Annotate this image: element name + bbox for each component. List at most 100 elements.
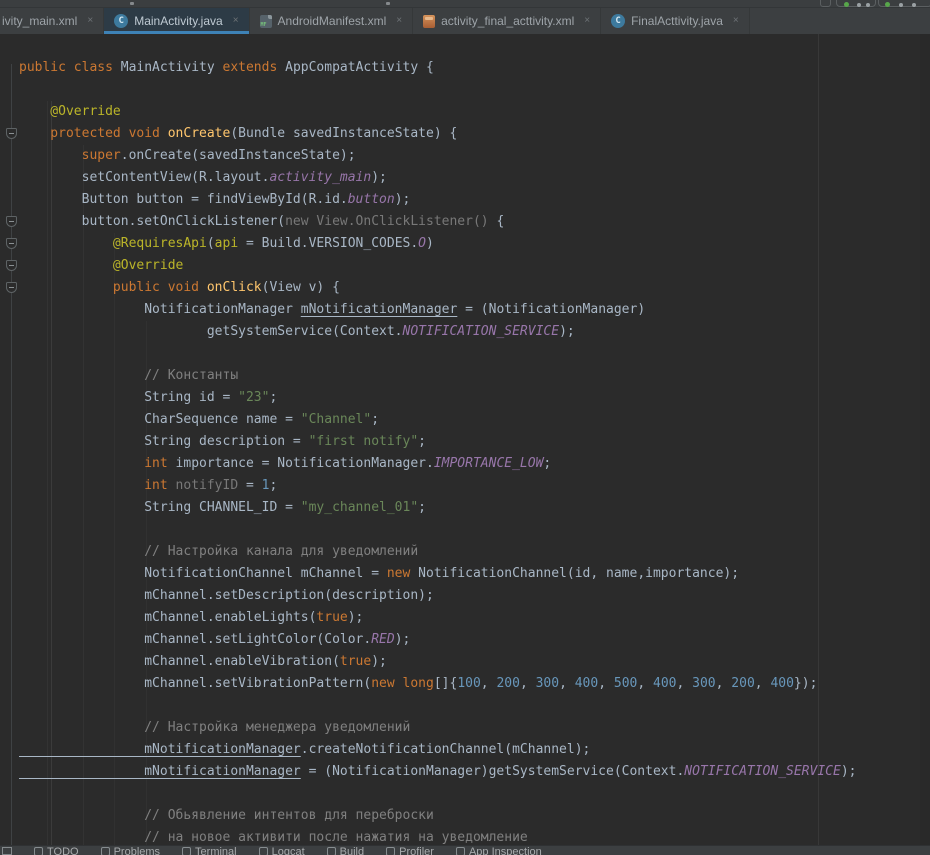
code-token: 400 [770,676,793,691]
toolbar-icon[interactable] [912,3,916,7]
tab-close-icon[interactable]: × [584,16,590,26]
fold-marker-icon[interactable] [6,260,17,271]
code-line[interactable]: getSystemService(Context.NOTIFICATION_SE… [19,321,575,343]
toolwindow-button-terminal[interactable]: Terminal [182,846,237,855]
toolbar-button[interactable] [820,0,831,7]
toolwindow-button-problems[interactable]: Problems [101,846,160,855]
code-line[interactable]: mChannel.enableVibration(true); [19,651,387,673]
device-controls-group[interactable] [878,0,930,7]
code-line[interactable]: // Настройка менеджера уведомлений [19,717,410,739]
code-token: IMPORTANCE_LOW [434,456,544,471]
tab-close-icon[interactable]: × [233,16,239,26]
code-line[interactable]: mChannel.setLightColor(Color.RED); [19,629,410,651]
toolwindow-button-todo[interactable]: TODO [34,846,79,855]
code-line[interactable]: super.onCreate(savedInstanceState); [19,145,356,167]
code-line[interactable]: String description = "first notify"; [19,431,426,453]
fold-marker-icon[interactable] [6,128,17,139]
code-line[interactable]: mChannel.setDescription(description); [19,585,434,607]
code-line[interactable]: button.setOnClickListener(new View.OnCli… [19,211,504,233]
code-line[interactable]: // Обьявление интентов для переброски [19,805,434,827]
scrollbar-track[interactable] [920,34,930,846]
code-token: = (NotificationManager)getSystemService(… [301,764,685,779]
run-controls-group[interactable] [836,0,876,7]
code-line[interactable]: CharSequence name = "Channel"; [19,409,379,431]
code-line[interactable]: mNotificationManager.createNotificationC… [19,739,590,761]
code-line[interactable]: String CHANNEL_ID = "my_channel_01"; [19,497,426,519]
code-token: ( [207,236,215,251]
code-token: 100 [457,676,480,691]
code-token: @Override [19,104,121,119]
code-line[interactable]: @Override [19,255,183,277]
code-token: // Настройка менеджера уведомлений [19,720,410,735]
tab-androidmanifest-xml[interactable]: AndroidManifest.xml× [250,8,414,34]
toolbar-icon[interactable] [899,3,903,7]
toolbar-icon[interactable] [857,3,861,7]
toolbar-icon[interactable] [386,2,390,5]
code-token: = (NotificationManager) [457,302,645,317]
tab-close-icon[interactable]: × [396,16,402,26]
code-token: .onCreate(savedInstanceState); [121,148,356,163]
toolwindow-button-profiler[interactable]: Profiler [386,846,434,855]
code-token: , [520,676,536,691]
code-line[interactable]: mNotificationManager = (NotificationMana… [19,761,856,783]
tab-label: ivity_main.xml [2,14,77,28]
code-token: 400 [575,676,598,691]
code-line[interactable]: public void onClick(View v) { [19,277,340,299]
tab-finalacttivity-java[interactable]: C FinalActtivity.java × [601,8,750,34]
code-line[interactable]: public class MainActivity extends AppCom… [19,57,434,79]
tab-activity-final-acttivity-xml[interactable]: activity_final_acttivity.xml× [413,8,601,34]
code-line[interactable]: setContentView(R.layout.activity_main); [19,167,387,189]
fold-marker-icon[interactable] [6,216,17,227]
code-line[interactable]: int importance = NotificationManager.IMP… [19,453,551,475]
code-line[interactable]: Button button = findViewById(R.id.button… [19,189,410,211]
code-token: 200 [731,676,754,691]
problems-icon [101,847,110,855]
toolwindow-button-logcat[interactable]: Logcat [259,846,305,855]
code-line[interactable]: // Настройка канала для уведомлений [19,541,418,563]
class-file-icon: C [611,14,625,28]
code-token: (Bundle savedInstanceState) { [230,126,457,141]
code-line[interactable]: NotificationChannel mChannel = new Notif… [19,563,739,585]
toolbar-icon[interactable] [130,2,134,5]
code-line[interactable]: mChannel.enableLights(true); [19,607,363,629]
window-layout-icon[interactable] [2,847,12,855]
code-token: activity_main [269,170,371,185]
code-token: , [716,676,732,691]
code-token: O [418,236,426,251]
code-token: protected void [19,126,168,141]
code-token: super [19,148,121,163]
toolbar-icon[interactable] [866,3,870,7]
tab-mainactivity-java[interactable]: CMainActivity.java× [104,8,249,34]
code-line[interactable]: mChannel.setVibrationPattern(new long[]{… [19,673,817,695]
code-line[interactable]: // Константы [19,365,238,387]
code-line[interactable]: protected void onCreate(Bundle savedInst… [19,123,457,145]
code-token: "first notify" [309,434,419,449]
fold-marker-icon[interactable] [6,238,17,249]
code-token: NOTIFICATION_SERVICE [684,764,841,779]
code-line[interactable]: @RequiresApi(api = Build.VERSION_CODES.O… [19,233,434,255]
code-line[interactable]: int notifyID = 1; [19,475,277,497]
tab-close-icon[interactable]: × [87,16,93,26]
debug-icon[interactable] [885,2,890,7]
tab-label: FinalActtivity.java [631,14,723,28]
code-token: String id = [19,390,238,405]
tab-ivity-main-xml[interactable]: ivity_main.xml × [0,8,104,34]
toolwindow-button-app-inspection[interactable]: App Inspection [456,846,542,855]
logcat-icon [259,847,268,855]
code-line[interactable]: // на новое активити после нажатия на ув… [19,827,528,846]
code-line[interactable]: String id = "23"; [19,387,277,409]
code-line[interactable]: NotificationManager mNotificationManager… [19,299,645,321]
code-token: mChannel.setVibrationPattern( [19,676,371,691]
code-editor[interactable]: public class MainActivity extends AppCom… [0,34,930,846]
code-token: }); [794,676,817,691]
code-token: public class [19,60,121,75]
code-token: "Channel" [301,412,371,427]
code-token: int [19,478,168,493]
fold-marker-icon[interactable] [6,282,17,293]
code-token: new [387,566,410,581]
run-icon[interactable] [844,2,849,7]
editor-tab-bar: ivity_main.xml×CMainActivity.java×Androi… [0,8,930,35]
code-line[interactable]: @Override [19,101,121,123]
tab-close-icon[interactable]: × [733,16,739,26]
toolwindow-button-build[interactable]: Build [327,846,364,855]
